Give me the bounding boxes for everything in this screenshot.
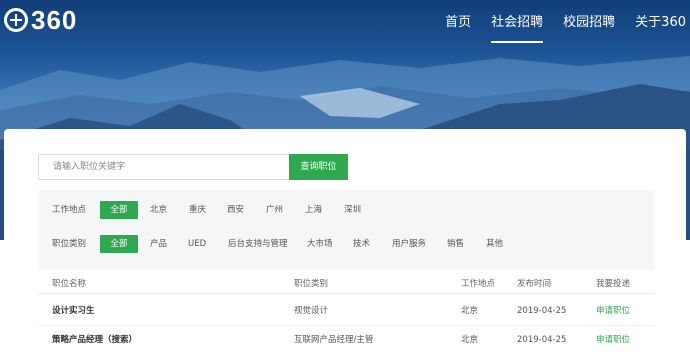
job-date: 2019-04-25 bbox=[517, 306, 567, 316]
table-row[interactable]: 策略产品经理（搜索） 互联网产品经理/主管 北京 2019-04-25 申请职位 bbox=[38, 326, 654, 354]
table-row[interactable]: 设计实习生 视觉设计 北京 2019-04-25 申请职位 bbox=[38, 297, 654, 326]
location-option-shenzhen[interactable]: 深圳 bbox=[344, 200, 361, 220]
location-option-all[interactable]: 全部 bbox=[100, 201, 138, 219]
job-title[interactable]: 设计实习生 bbox=[52, 297, 95, 326]
category-option-all[interactable]: 全部 bbox=[100, 235, 138, 253]
category-filter-row: 职位类别 全部 产品 UED 后台支持与管理 大市场 技术 用户服务 销售 其他 bbox=[38, 234, 654, 254]
apply-link[interactable]: 申请职位 bbox=[596, 326, 630, 354]
location-option-shanghai[interactable]: 上海 bbox=[305, 200, 322, 220]
nav-home[interactable]: 首页 bbox=[445, 11, 471, 35]
category-option-ued[interactable]: UED bbox=[188, 234, 206, 254]
main-nav: 首页 社会招聘 校园招聘 关于360 bbox=[425, 11, 686, 43]
nav-social-recruitment[interactable]: 社会招聘 bbox=[491, 11, 544, 43]
header-location: 工作地点 bbox=[461, 279, 496, 289]
job-table-header: 职位名称 职位类别 工作地点 发布时间 我要投递 bbox=[38, 274, 654, 294]
header-apply: 我要投递 bbox=[596, 279, 631, 289]
job-location: 北京 bbox=[461, 306, 479, 316]
header-publish-date: 发布时间 bbox=[517, 279, 552, 289]
location-option-guangzhou[interactable]: 广州 bbox=[266, 200, 283, 220]
job-search-card: 请输入职位关键字 查询职位 工作地点 全部 北京 重庆 西安 广州 上海 深圳 … bbox=[4, 129, 686, 354]
location-filter-label: 工作地点 bbox=[52, 205, 87, 215]
location-option-chongqing[interactable]: 重庆 bbox=[189, 200, 206, 220]
header-job-category: 职位类别 bbox=[294, 279, 329, 289]
search-button[interactable]: 查询职位 bbox=[289, 154, 348, 180]
category-option-marketing[interactable]: 大市场 bbox=[307, 234, 333, 254]
location-option-beijing[interactable]: 北京 bbox=[150, 200, 167, 220]
search-input[interactable]: 请输入职位关键字 bbox=[38, 154, 290, 180]
logo[interactable]: 360 bbox=[4, 4, 78, 35]
filter-panel: 工作地点 全部 北京 重庆 西安 广州 上海 深圳 职位类别 全部 产品 UED… bbox=[38, 190, 654, 270]
category-filter-label: 职位类别 bbox=[52, 239, 87, 249]
logo-plus-icon bbox=[4, 8, 28, 32]
location-filter-row: 工作地点 全部 北京 重庆 西安 广州 上海 深圳 bbox=[38, 200, 654, 220]
location-option-xian[interactable]: 西安 bbox=[227, 200, 244, 220]
apply-link[interactable]: 申请职位 bbox=[596, 297, 630, 326]
category-option-tech[interactable]: 技术 bbox=[353, 234, 370, 254]
job-title[interactable]: 策略产品经理（搜索） bbox=[52, 326, 137, 354]
nav-about[interactable]: 关于360 bbox=[635, 11, 686, 35]
job-date: 2019-04-25 bbox=[517, 335, 567, 345]
category-option-product[interactable]: 产品 bbox=[150, 234, 167, 254]
category-option-user-service[interactable]: 用户服务 bbox=[392, 234, 426, 254]
header-job-title: 职位名称 bbox=[52, 279, 87, 289]
job-category: 互联网产品经理/主管 bbox=[294, 335, 374, 345]
nav-campus-recruitment[interactable]: 校园招聘 bbox=[563, 11, 615, 35]
job-category: 视觉设计 bbox=[294, 306, 329, 316]
category-option-sales[interactable]: 销售 bbox=[447, 234, 464, 254]
category-option-backoffice[interactable]: 后台支持与管理 bbox=[228, 234, 288, 254]
job-location: 北京 bbox=[461, 335, 479, 345]
logo-text: 360 bbox=[31, 4, 78, 35]
category-option-other[interactable]: 其他 bbox=[486, 234, 503, 254]
